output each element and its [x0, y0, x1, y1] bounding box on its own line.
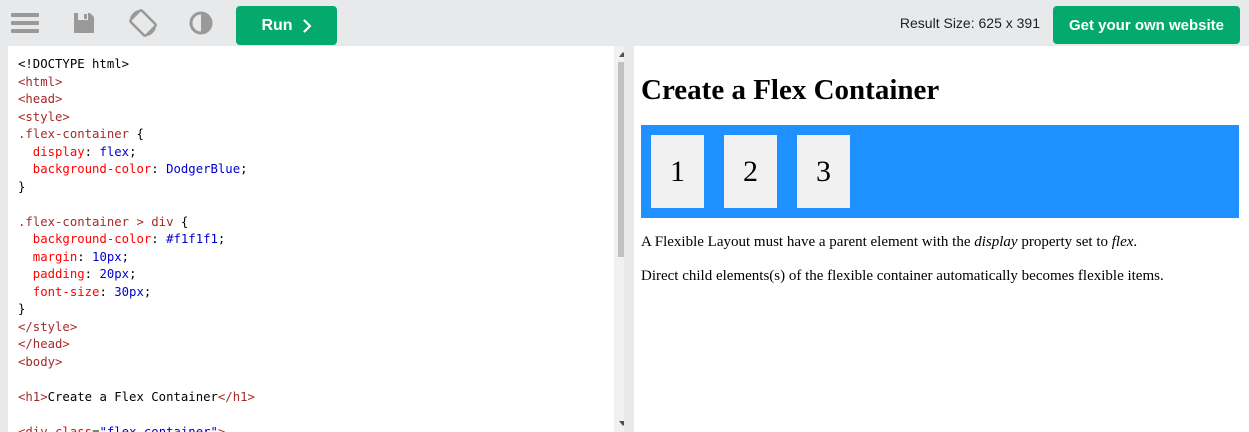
code-line[interactable]: <body> — [18, 354, 255, 372]
code-line[interactable] — [18, 371, 255, 389]
code-lines[interactable]: <!DOCTYPE html> <html> <head> <style> .flex-… — [18, 56, 255, 432]
code-line[interactable]: <h1>Create a Flex Container</h1> — [18, 389, 255, 407]
flex-item: 1 — [651, 135, 704, 208]
code-line[interactable]: background-color: #f1f1f1; — [18, 231, 255, 249]
get-your-own-website-button[interactable]: Get your own website — [1053, 6, 1240, 44]
flex-container: 1 2 3 — [641, 125, 1239, 218]
save-icon[interactable] — [67, 6, 101, 40]
code-line[interactable]: margin: 10px; — [18, 249, 255, 267]
code-line[interactable]: <html> — [18, 74, 255, 92]
code-line[interactable]: <div class="flex-container"> — [18, 424, 255, 432]
pane-divider[interactable] — [624, 46, 634, 432]
code-line[interactable]: } — [18, 301, 255, 319]
code-line[interactable]: padding: 20px; — [18, 266, 255, 284]
editor-scrollbar[interactable] — [614, 46, 624, 432]
theme-icon[interactable] — [184, 6, 218, 40]
result-heading: Create a Flex Container — [641, 74, 940, 106]
flex-item: 3 — [797, 135, 850, 208]
code-line[interactable] — [18, 406, 255, 424]
rotate-icon[interactable] — [126, 6, 160, 40]
run-button[interactable]: Run — [236, 6, 337, 45]
code-line[interactable]: display: flex; — [18, 144, 255, 162]
code-line[interactable]: <head> — [18, 91, 255, 109]
toolbar: Run Result Size: 625 x 391 Get your own … — [0, 0, 1249, 46]
flex-item: 2 — [724, 135, 777, 208]
result-paragraph-1: A Flexible Layout must have a parent ele… — [641, 234, 1138, 250]
code-line[interactable]: } — [18, 179, 255, 197]
code-line[interactable]: <!DOCTYPE html> — [18, 56, 255, 74]
code-editor[interactable]: <!DOCTYPE html> <html> <head> <style> .flex-… — [8, 46, 624, 432]
scroll-up-icon[interactable] — [614, 46, 624, 62]
code-line[interactable]: .flex-container > div { — [18, 214, 255, 232]
code-line[interactable]: background-color: DodgerBlue; — [18, 161, 255, 179]
scroll-down-icon[interactable] — [614, 416, 624, 432]
run-label: Run — [261, 16, 293, 34]
menu-icon[interactable] — [8, 6, 42, 40]
code-line[interactable]: .flex-container { — [18, 126, 255, 144]
result-paragraph-2: Direct child elements(s) of the flexible… — [641, 268, 1164, 284]
code-line[interactable] — [18, 196, 255, 214]
code-line[interactable]: </style> — [18, 319, 255, 337]
code-line[interactable]: font-size: 30px; — [18, 284, 255, 302]
code-line[interactable]: <style> — [18, 109, 255, 127]
code-line[interactable]: </head> — [18, 336, 255, 354]
result-frame: Create a Flex Container 1 2 3 A Flexible… — [634, 46, 1249, 432]
chevron-right-icon — [302, 18, 311, 33]
result-size-text: Result Size: 625 x 391 — [899, 15, 1040, 31]
